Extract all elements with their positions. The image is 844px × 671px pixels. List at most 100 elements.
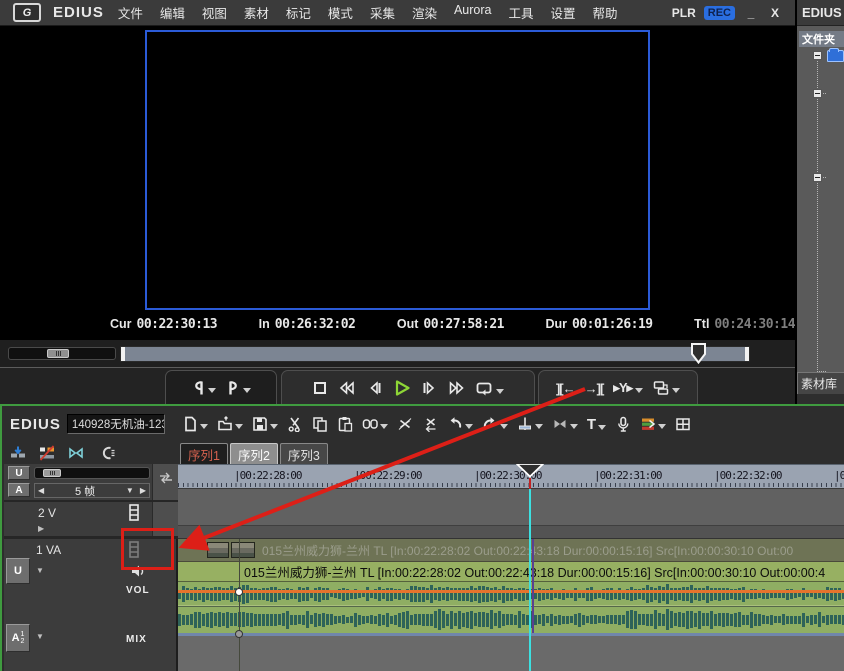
- dropdown-caret-icon[interactable]: [658, 424, 666, 429]
- transition-button[interactable]: [551, 414, 579, 434]
- menu-item-7[interactable]: 采集: [370, 3, 395, 22]
- minimize-button[interactable]: _: [743, 6, 759, 20]
- menu-item-3[interactable]: 视图: [202, 3, 227, 22]
- close-button[interactable]: X: [767, 6, 783, 20]
- mix-lane[interactable]: [178, 636, 844, 671]
- audio-toggle-button[interactable]: A: [8, 483, 30, 497]
- play-around-cursor-button[interactable]: ▸Y▸: [610, 378, 646, 398]
- open-button[interactable]: [216, 414, 244, 434]
- play-button[interactable]: [389, 377, 415, 399]
- menu-item-1[interactable]: 文件: [118, 3, 143, 22]
- menu-item-4[interactable]: 素材: [244, 3, 269, 22]
- track-2v-lane[interactable]: [178, 489, 844, 526]
- dropdown-caret-icon[interactable]: [200, 424, 208, 429]
- add-cut-point-button[interactable]: [516, 414, 544, 434]
- menu-item-11[interactable]: 设置: [551, 3, 576, 22]
- pan-keyframe[interactable]: [235, 630, 243, 638]
- position-marker[interactable]: [691, 343, 707, 367]
- panes-button[interactable]: [674, 414, 692, 434]
- swap-arrows-icon[interactable]: [159, 472, 173, 484]
- title-button[interactable]: T: [586, 414, 607, 435]
- tree-collapse-icon[interactable]: [813, 89, 822, 98]
- tab-material-library[interactable]: 素材库: [797, 372, 844, 394]
- group-mode-icon[interactable]: [99, 445, 119, 462]
- pan-rubber-band[interactable]: [178, 633, 844, 636]
- menu-item-6[interactable]: 模式: [328, 3, 353, 22]
- prev-frame-button[interactable]: [363, 378, 385, 398]
- layouter-button[interactable]: [639, 414, 667, 434]
- spinner-right-icon[interactable]: ▶: [137, 486, 149, 495]
- dropdown-caret-icon[interactable]: [380, 424, 388, 429]
- jump-to-out-button[interactable]: →][: [582, 379, 607, 398]
- mute-toggle-button[interactable]: U: [8, 466, 30, 480]
- dropdown-caret-icon[interactable]: [635, 388, 643, 393]
- tree-collapse-icon[interactable]: [813, 51, 822, 60]
- new-button[interactable]: [181, 414, 209, 434]
- copy-button[interactable]: [311, 414, 329, 434]
- ripple-delete-button[interactable]: [421, 414, 439, 434]
- menu-item-2[interactable]: 编辑: [160, 3, 185, 22]
- dropdown-caret-icon[interactable]: [208, 388, 216, 393]
- transition-mode-icon[interactable]: [68, 445, 90, 462]
- dropdown-caret-icon[interactable]: [570, 424, 578, 429]
- play-forward-button[interactable]: [419, 378, 441, 398]
- track-audio-12-button[interactable]: A 12: [6, 624, 30, 652]
- shuttle-handle[interactable]: [47, 349, 69, 358]
- tab-sequence-1[interactable]: 序列1: [180, 443, 228, 464]
- project-name-field[interactable]: 140928无机油-1230: [67, 414, 165, 434]
- delete-button[interactable]: [396, 414, 414, 434]
- rewind-button[interactable]: [335, 378, 359, 398]
- clip-video-part[interactable]: 015兰州威力狮-兰州 TL [In:00:22:28:02 Out:00:22…: [178, 539, 844, 562]
- timeline-zoom-slider[interactable]: [34, 467, 150, 479]
- menu-item-8[interactable]: 渲染: [412, 3, 437, 22]
- plr-button[interactable]: PLR: [672, 6, 696, 20]
- paste-button[interactable]: [336, 414, 354, 434]
- tab-sequence-2[interactable]: 序列2: [230, 443, 278, 464]
- voiceover-button[interactable]: [614, 414, 632, 434]
- menu-item-9[interactable]: Aurora: [454, 3, 492, 22]
- volume-keyframe[interactable]: [235, 588, 243, 596]
- dropdown-caret-icon[interactable]: [496, 389, 504, 394]
- track-1va-mute-button[interactable]: U: [6, 558, 30, 584]
- track-2v-sublane[interactable]: [178, 526, 844, 539]
- dropdown-caret-icon[interactable]: [535, 424, 543, 429]
- loop-button[interactable]: [473, 378, 507, 399]
- save-button[interactable]: [251, 414, 279, 434]
- volume-rubber-band[interactable]: [178, 590, 844, 593]
- dropdown-caret-icon[interactable]: [672, 388, 680, 393]
- ripple-mode-icon[interactable]: [39, 445, 59, 462]
- cut-button[interactable]: [286, 414, 304, 434]
- fast-forward-button[interactable]: [445, 378, 469, 398]
- folder-icon[interactable]: [827, 50, 844, 62]
- menu-item-12[interactable]: 帮助: [593, 3, 618, 22]
- dropdown-caret-icon[interactable]: [465, 424, 473, 429]
- playhead-handle[interactable]: [516, 464, 544, 481]
- tab-sequence-3[interactable]: 序列3: [280, 443, 328, 464]
- stop-button[interactable]: [309, 378, 331, 398]
- replace-button[interactable]: [361, 414, 389, 434]
- export-device-button[interactable]: [650, 378, 683, 398]
- shuttle-slider[interactable]: [8, 347, 116, 360]
- position-bar[interactable]: [120, 346, 750, 362]
- dropdown-caret-icon[interactable]: [270, 424, 278, 429]
- tree-collapse-icon[interactable]: [813, 173, 822, 182]
- menu-item-10[interactable]: 工具: [509, 3, 534, 22]
- rec-button[interactable]: REC: [704, 6, 735, 20]
- dropdown-caret-icon[interactable]: [598, 425, 606, 430]
- overwrite-mode-icon[interactable]: [10, 445, 30, 462]
- spinner-left-icon[interactable]: ◀: [35, 486, 47, 495]
- undo-button[interactable]: [446, 414, 474, 434]
- mark-in-button[interactable]: [188, 378, 219, 398]
- dropdown-caret-icon[interactable]: [235, 424, 243, 429]
- track-2v-expand-icon[interactable]: ▶: [38, 524, 44, 533]
- timeline-ruler[interactable]: |00:22:28:00|00:22:29:00|00:22:30:00|00:…: [178, 464, 844, 489]
- mark-out-button[interactable]: [223, 378, 254, 398]
- track-1va-expand-icon[interactable]: ▼: [36, 566, 44, 575]
- jump-to-in-button[interactable]: ][←: [553, 379, 578, 398]
- mix-expand-icon[interactable]: ▼: [36, 632, 44, 641]
- clip-audio-part[interactable]: 015兰州威力狮-兰州 TL [In:00:22:28:02 Out:00:22…: [178, 562, 844, 582]
- video-part-icon[interactable]: [126, 504, 142, 524]
- frame-step-spinner[interactable]: ◀ 5 帧 ▼ ▶: [34, 483, 150, 498]
- spinner-down-icon[interactable]: ▼: [123, 486, 137, 495]
- dropdown-caret-icon[interactable]: [243, 388, 251, 393]
